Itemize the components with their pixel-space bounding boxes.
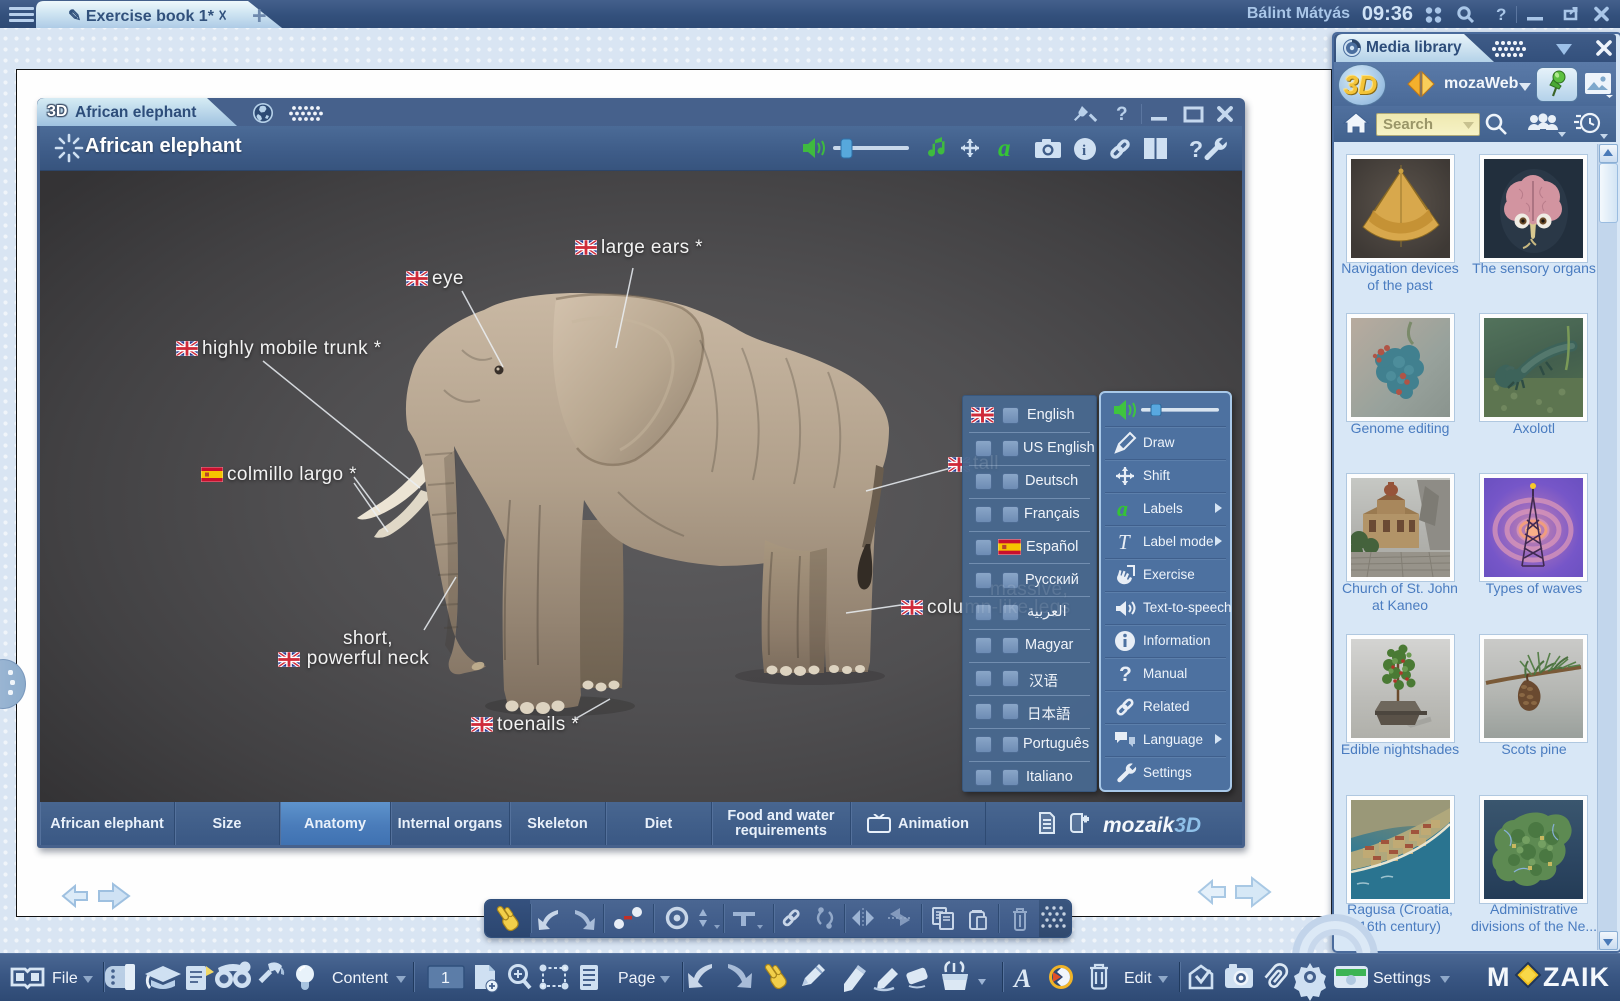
svg-text:M: M [1487,962,1511,992]
svg-text:1: 1 [441,970,450,987]
svg-text:?: ? [1116,104,1128,124]
svg-text:?: ? [1189,136,1203,161]
svg-text:i: i [1082,143,1086,159]
svg-text:a: a [1117,497,1128,521]
svg-text:T: T [1118,530,1131,554]
svg-text:A: A [1012,964,1031,993]
svg-text:a: a [998,135,1011,161]
svg-text:mozaik3D: mozaik3D [1103,814,1201,837]
svg-text:?: ? [1119,663,1132,686]
svg-text:?: ? [1496,6,1506,23]
svg-text:ZAIK: ZAIK [1543,962,1610,992]
